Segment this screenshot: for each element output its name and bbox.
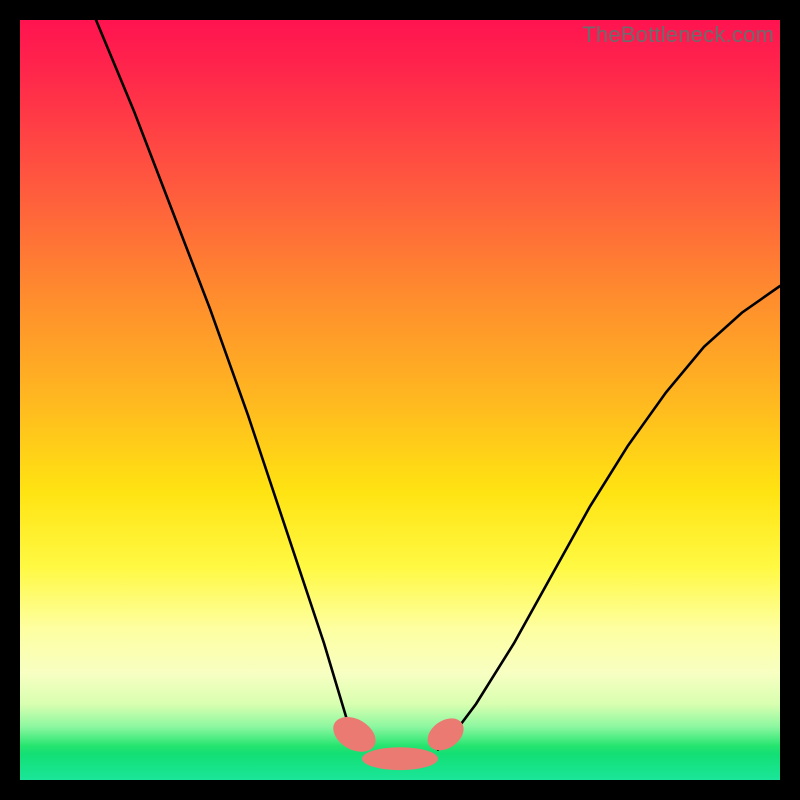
salmon-cap-right <box>422 712 470 757</box>
curves-layer <box>20 20 780 780</box>
outer-black-frame: TheBottleneck.com <box>0 0 800 800</box>
plot-area: TheBottleneck.com <box>20 20 780 780</box>
series-left-curve <box>96 20 358 750</box>
salmon-floor-bar <box>362 747 438 770</box>
series-right-curve <box>438 286 780 750</box>
watermark-text: TheBottleneck.com <box>582 22 774 48</box>
